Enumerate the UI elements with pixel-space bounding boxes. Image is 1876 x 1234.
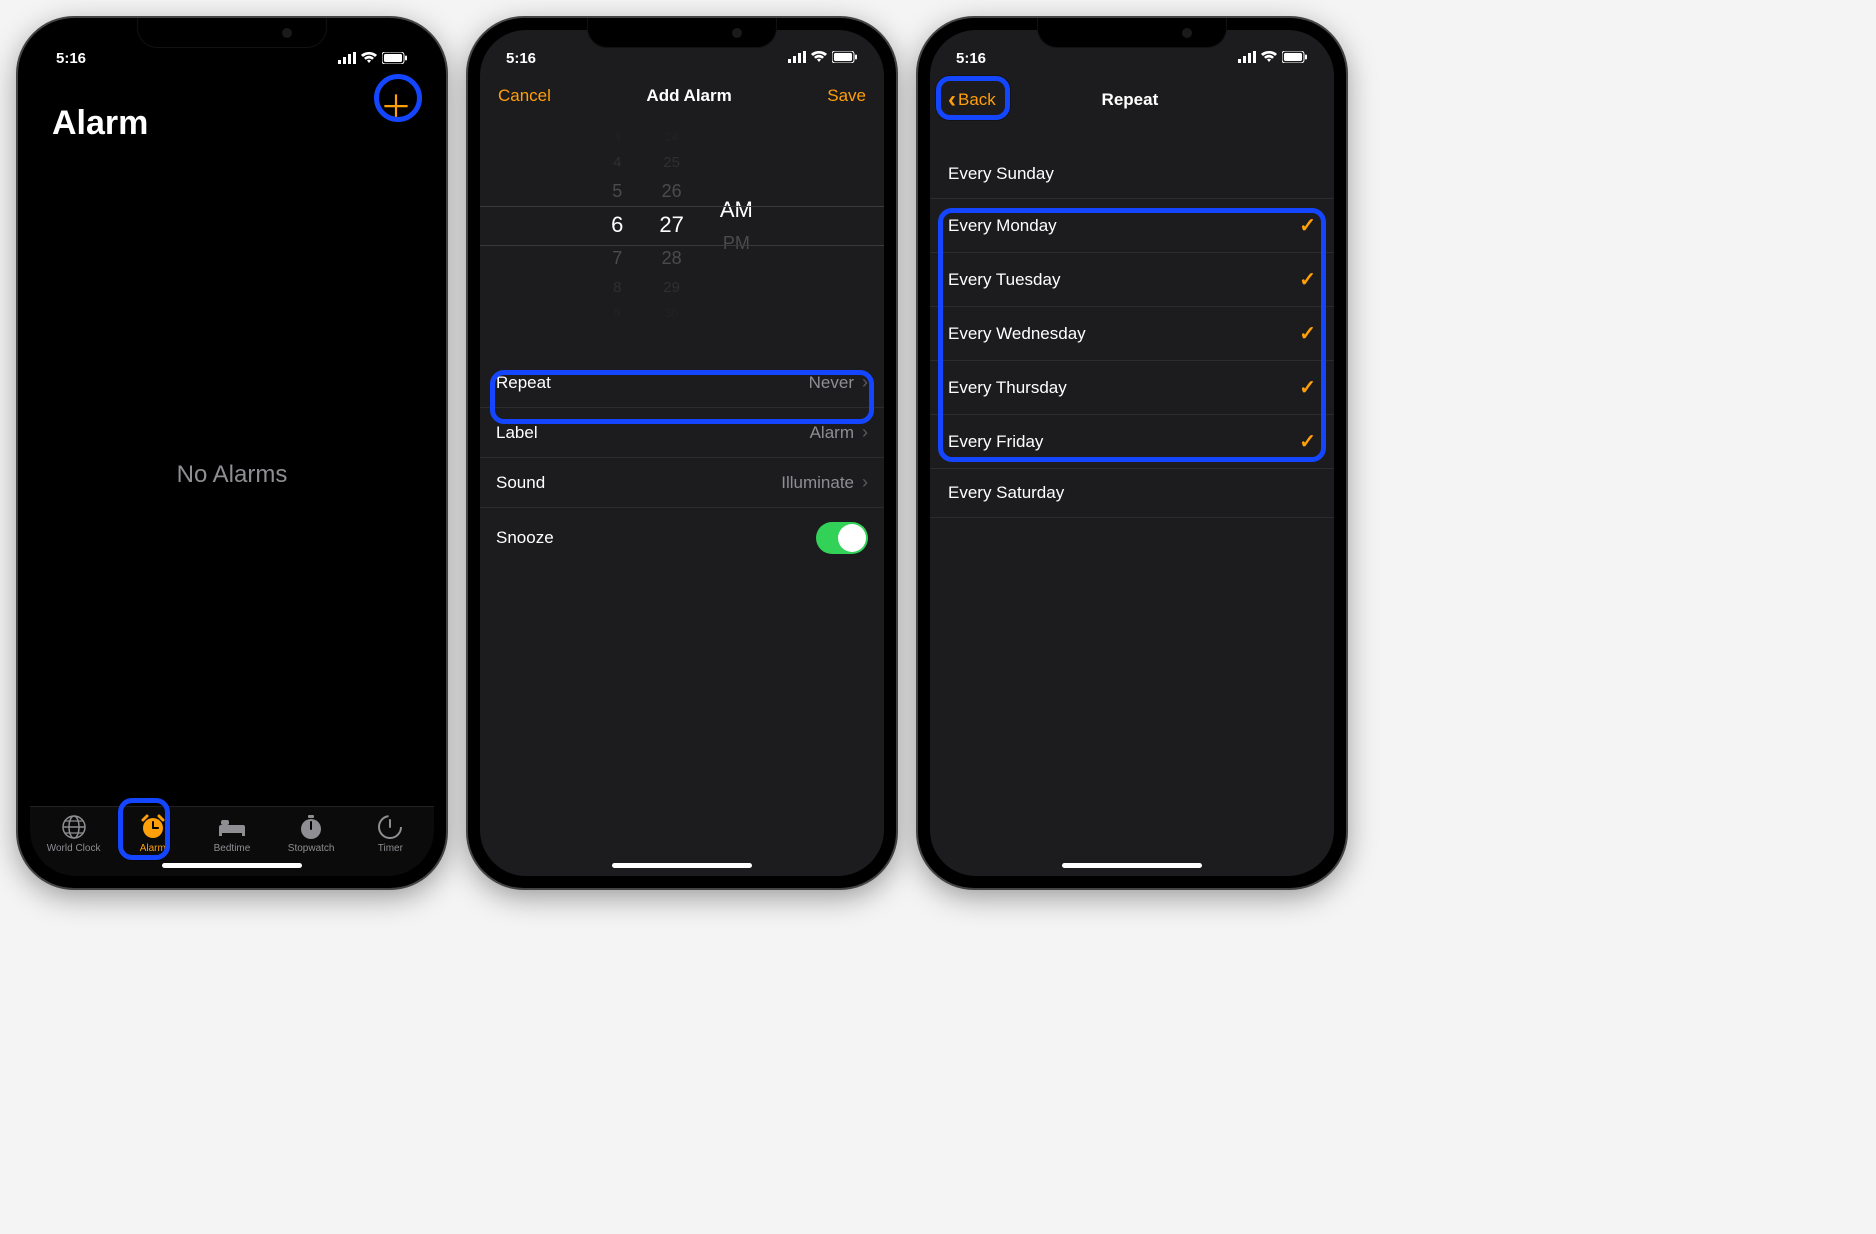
annotation-highlight-add: [374, 74, 422, 122]
globe-icon: [61, 813, 87, 841]
status-time: 5:16: [506, 50, 536, 67]
timer-icon: [377, 813, 403, 841]
phone-repeat-days: 5:16 ‹ Back Repeat Every SundayEvery Mon…: [918, 18, 1346, 888]
annotation-highlight-back: [936, 76, 1010, 120]
annotation-highlight-alarm-tab: [118, 798, 170, 860]
sound-label: Sound: [496, 473, 545, 493]
nav-bar: Cancel Add Alarm Save: [480, 74, 884, 120]
battery-icon: [832, 50, 858, 67]
tab-world-clock[interactable]: World Clock: [34, 813, 113, 854]
bed-icon: [217, 813, 247, 841]
picker-hour-column[interactable]: 3 4 5 6 7 8 9: [611, 130, 623, 320]
snooze-row: Snooze: [480, 508, 884, 568]
annotation-highlight-repeat: [490, 370, 874, 424]
cellular-signal-icon: [788, 50, 806, 67]
home-indicator[interactable]: [612, 863, 752, 868]
nav-title: Add Alarm: [551, 86, 827, 106]
repeat-day-row[interactable]: Every Sunday: [930, 150, 1334, 199]
wifi-icon: [360, 52, 378, 64]
tab-stopwatch[interactable]: Stopwatch: [272, 813, 351, 854]
cellular-signal-icon: [338, 52, 356, 64]
battery-icon: [382, 52, 408, 64]
status-time: 5:16: [956, 50, 986, 67]
save-button[interactable]: Save: [827, 86, 866, 106]
home-indicator[interactable]: [1062, 863, 1202, 868]
snooze-toggle[interactable]: [816, 522, 868, 554]
home-indicator[interactable]: [162, 863, 302, 868]
stopwatch-icon: [298, 813, 324, 841]
time-picker[interactable]: 3 4 5 6 7 8 9 24 25 26 27 28 29 30 AM PM: [480, 120, 884, 330]
battery-icon: [1282, 50, 1308, 67]
cancel-button[interactable]: Cancel: [498, 86, 551, 106]
tab-timer[interactable]: Timer: [351, 813, 430, 854]
chevron-right-icon: ›: [862, 472, 868, 493]
phone-alarm-list: 5:16 ＋ Alarm No Alarms: [18, 18, 446, 888]
annotation-highlight-weekdays: [938, 208, 1326, 462]
page-title: Alarm: [30, 74, 434, 143]
cellular-signal-icon: [1238, 50, 1256, 67]
tab-bedtime[interactable]: Bedtime: [192, 813, 271, 854]
empty-state-text: No Alarms: [30, 143, 434, 806]
picker-ampm-column[interactable]: AM PM: [720, 197, 753, 254]
phone-add-alarm: 5:16 Cancel Add Alarm Save 3 4 5 6 7 8 9: [468, 18, 896, 888]
notch: [587, 18, 777, 48]
nav-title: Repeat: [996, 90, 1264, 110]
sound-row[interactable]: Sound Illuminate›: [480, 458, 884, 508]
label-label: Label: [496, 423, 538, 443]
picker-minute-column[interactable]: 24 25 26 27 28 29 30: [659, 130, 683, 320]
status-time: 5:16: [56, 50, 86, 67]
repeat-day-row[interactable]: Every Saturday: [930, 469, 1334, 518]
wifi-icon: [810, 50, 828, 67]
notch: [1037, 18, 1227, 48]
snooze-label: Snooze: [496, 528, 554, 548]
chevron-right-icon: ›: [862, 422, 868, 443]
repeat-day-label: Every Saturday: [948, 483, 1064, 503]
repeat-day-label: Every Sunday: [948, 164, 1054, 184]
notch: [137, 18, 327, 48]
wifi-icon: [1260, 50, 1278, 67]
